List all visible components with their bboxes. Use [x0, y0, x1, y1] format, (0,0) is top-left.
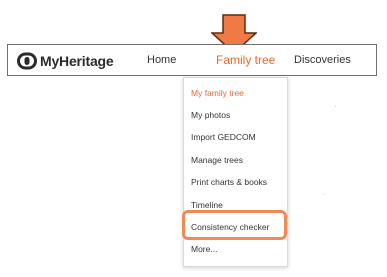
menu-item-manage-trees[interactable]: Manage trees: [191, 152, 243, 168]
screenshot-stage: MyHeritage Home Family tree Discoveries …: [0, 0, 387, 277]
nav-discoveries[interactable]: Discoveries: [294, 45, 351, 75]
menu-item-timeline[interactable]: Timeline: [191, 197, 223, 213]
menu-item-consistency-checker[interactable]: Consistency checker: [191, 219, 269, 235]
menu-item-import-gedcom[interactable]: Import GEDCOM: [191, 129, 256, 145]
menu-item-my-family-tree[interactable]: My family tree: [191, 85, 244, 101]
brand-name: MyHeritage: [40, 53, 114, 69]
menu-item-my-photos[interactable]: My photos: [191, 107, 230, 123]
background-speck: [335, 106, 336, 107]
family-tree-dropdown-menu: My family tree My photos Import GEDCOM M…: [183, 77, 288, 267]
menu-item-print-charts-books[interactable]: Print charts & books: [191, 174, 267, 190]
nav-family-tree[interactable]: Family tree: [216, 45, 275, 75]
myheritage-logo-icon: [17, 52, 37, 70]
top-navigation-bar: MyHeritage Home Family tree Discoveries: [7, 44, 377, 76]
menu-item-more[interactable]: More...: [191, 241, 217, 257]
nav-home[interactable]: Home: [147, 45, 176, 75]
brand-logo[interactable]: MyHeritage: [17, 51, 114, 71]
background-speck: [323, 194, 324, 195]
